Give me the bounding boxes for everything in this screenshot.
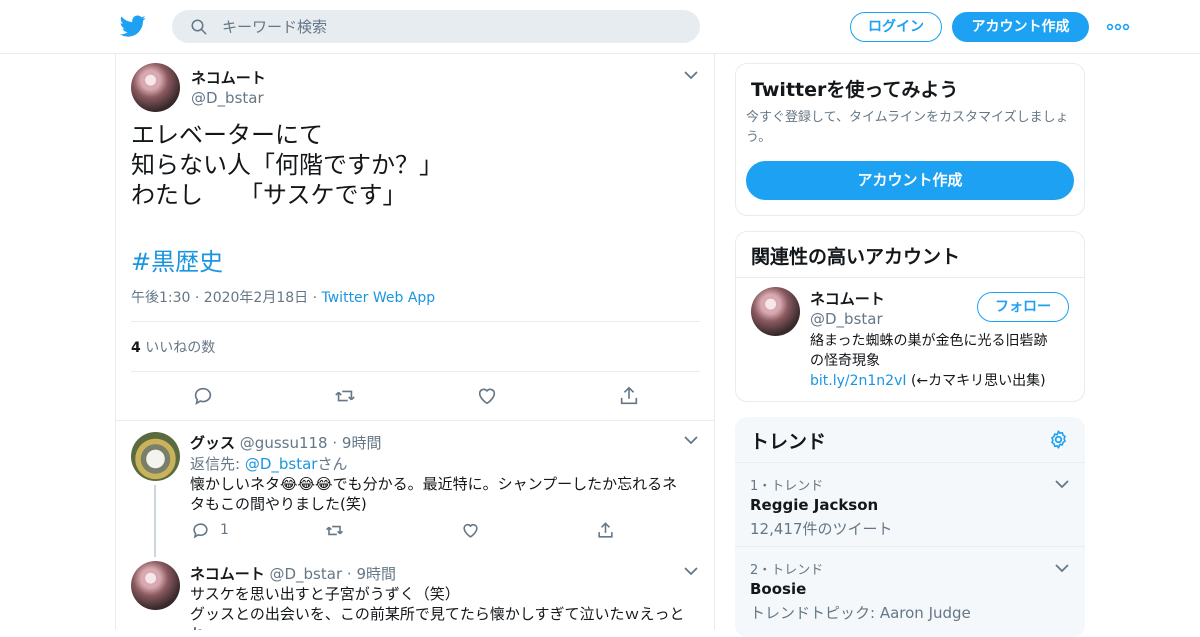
chevron-down-icon[interactable] — [684, 435, 698, 445]
bio-link-note: (←カマキリ思い出集) — [906, 373, 1046, 389]
divider — [131, 371, 700, 372]
login-button[interactable]: ログイン — [850, 12, 942, 42]
avatar[interactable] — [131, 432, 180, 481]
search-icon — [191, 19, 207, 35]
like-heart-icon[interactable] — [476, 385, 498, 407]
main-timeline-column: ネコムート @D_bstar エレベーターにて 知らない人「何階ですか？」 わた… — [115, 54, 715, 630]
bio-line: 絡まった蜘蛛の巣が金色に光る旧砦跡 — [810, 333, 1048, 349]
share-icon[interactable] — [596, 521, 615, 540]
retweet-icon[interactable] — [334, 385, 356, 407]
divider — [131, 321, 700, 322]
replying-to-link[interactable]: @D_bstar — [245, 455, 318, 473]
share-icon[interactable] — [618, 385, 640, 407]
thread-connector-line — [154, 485, 156, 557]
reply-time[interactable]: · 9時間 — [347, 565, 396, 583]
reply-text-line: 懐かしいネタ😂😂😂でも分かる。最近特に。シャンプーしたか忘れるネ — [190, 475, 678, 493]
retweet-icon[interactable] — [325, 521, 344, 540]
account-handle[interactable]: @D_bstar — [810, 310, 885, 328]
divider — [736, 277, 1084, 278]
account-bio: 絡まった蜘蛛の巣が金色に光る旧砦跡 の怪奇現象 bit.ly/2n1n2vI (… — [810, 331, 1076, 391]
signup-button[interactable]: アカウント作成 — [952, 12, 1089, 42]
source-link[interactable]: Twitter Web App — [322, 290, 436, 306]
trend-name: Reggie Jackson — [750, 496, 879, 514]
replying-to-suffix: さん — [317, 455, 348, 473]
like-heart-icon[interactable] — [461, 521, 480, 540]
reply-tweet[interactable]: グッス @gussu118 · 9時間 返信先: @D_bstarさん 懐かしい… — [116, 420, 714, 557]
reply-text-line: サスケを思い出すと子宮がうずく（笑） — [190, 585, 460, 603]
hashtag-link[interactable]: #黒歴史 — [131, 242, 223, 277]
related-accounts-card: 関連性の高いアカウント ネコムート @D_bstar フォロー 絡まった蜘蛛の巣… — [735, 231, 1085, 402]
tweet-timestamp: 午後1:30 · 2020年2月18日 · Twitter Web App — [131, 287, 435, 307]
timestamp-text: 午後1:30 · 2020年2月18日 · — [131, 290, 322, 306]
bio-line: の怪奇現象 — [810, 353, 880, 369]
trend-rank: 1・トレンド — [750, 479, 824, 494]
trend-meta: トレンドトピック: Aaron Judge — [750, 604, 971, 622]
avatar[interactable] — [751, 287, 800, 336]
top-navigation-bar: ログイン アカウント作成 — [0, 0, 1200, 54]
bio-link[interactable]: bit.ly/2n1n2vI — [810, 373, 907, 389]
reply-tweet[interactable]: ネコムート @D_bstar · 9時間 サスケを思い出すと子宮がうずく（笑） … — [116, 556, 714, 630]
chevron-down-icon[interactable] — [1055, 479, 1069, 489]
reply-text-line: ね — [190, 624, 700, 630]
avatar[interactable] — [131, 63, 180, 112]
promo-signup-button[interactable]: アカウント作成 — [746, 161, 1074, 200]
reply-count: 1 — [220, 522, 229, 538]
chevron-down-icon[interactable] — [684, 70, 698, 80]
like-count-label: いいねの数 — [140, 340, 216, 356]
settings-gear-icon[interactable] — [1048, 429, 1069, 450]
like-count-stat[interactable]: 4 いいねの数 — [131, 337, 215, 357]
reply-icon[interactable] — [192, 385, 214, 407]
chevron-down-icon[interactable] — [684, 566, 698, 576]
more-dots-icon[interactable] — [1106, 18, 1130, 36]
avatar[interactable] — [131, 561, 180, 610]
tweet-text-line: 知らない人「何階ですか？」 — [131, 151, 443, 179]
tweet-author-name[interactable]: ネコムート — [191, 67, 266, 88]
replying-to: 返信先: @D_bstarさん — [190, 453, 347, 474]
twitter-bird-icon[interactable] — [120, 13, 146, 39]
account-name[interactable]: ネコムート — [810, 288, 885, 309]
reply-text-line: グッスとの出会いを、この前某所で見てたら懐かしすぎて泣いたｗえっと — [190, 605, 685, 623]
reply-text: 懐かしいネタ😂😂😂でも分かる。最近特に。シャンプーしたか忘れるネ タもこの間やり… — [190, 474, 690, 514]
trend-meta: 12,417件のツイート — [750, 520, 893, 538]
tweet-text-line: エレベーターにて — [131, 121, 323, 149]
trend-item[interactable]: 2・トレンド Boosie トレンドトピック: Aaron Judge — [735, 546, 1085, 630]
trends-card: トレンド 1・トレンド Reggie Jackson 12,417件のツイート … — [735, 417, 1085, 637]
reply-text: サスケを思い出すと子宮がうずく（笑） グッスとの出会いを、この前某所で見てたら懐… — [190, 584, 700, 630]
like-count: 4 — [131, 340, 141, 356]
trend-name: Boosie — [750, 580, 807, 598]
trend-rank: 2・トレンド — [750, 563, 824, 578]
reply-author-name[interactable]: ネコムート — [190, 565, 265, 583]
reply-author-handle[interactable]: @D_bstar — [269, 565, 342, 583]
signup-promo-card: Twitterを使ってみよう 今すぐ登録して、タイムラインをカスタマイズしましょ… — [735, 63, 1085, 216]
reply-author-handle[interactable]: @gussu118 — [240, 434, 328, 452]
reply-author-name[interactable]: グッス — [190, 434, 235, 452]
trend-item[interactable]: 1・トレンド Reggie Jackson 12,417件のツイート — [735, 462, 1085, 546]
reply-text-line: タもこの間やりました(笑) — [190, 495, 367, 513]
follow-button[interactable]: フォロー — [977, 292, 1069, 322]
tweet-text-line: わたし 「サスケです」 — [131, 181, 407, 209]
search-box[interactable] — [172, 10, 700, 43]
tweet-text: エレベーターにて 知らない人「何階ですか？」 わたし 「サスケです」 — [131, 120, 443, 210]
tweet-author-handle[interactable]: @D_bstar — [191, 89, 266, 107]
reply-icon[interactable] — [191, 521, 210, 540]
trends-title: トレンド — [750, 431, 827, 453]
replying-to-prefix: 返信先: — [190, 455, 245, 473]
search-input[interactable] — [222, 10, 682, 43]
chevron-down-icon[interactable] — [1055, 563, 1069, 573]
related-title: 関連性の高いアカウント — [751, 246, 961, 268]
promo-text: 今すぐ登録して、タイムラインをカスタマイズしましょう。 — [746, 110, 1069, 145]
reply-time[interactable]: · 9時間 — [332, 434, 381, 452]
promo-title: Twitterを使ってみよう — [751, 79, 959, 101]
